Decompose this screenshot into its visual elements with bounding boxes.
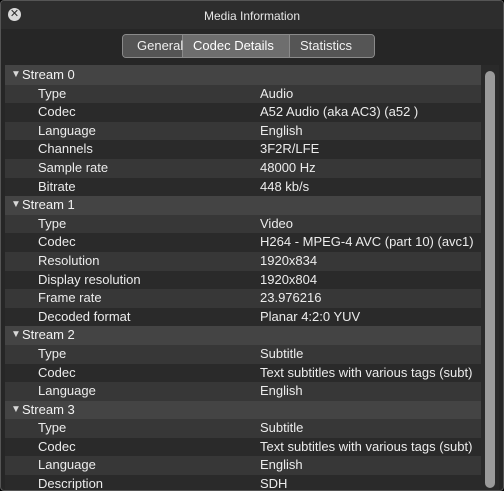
property-row[interactable]: Language English [5, 456, 481, 476]
property-value: Planar 4:2:0 YUV [260, 308, 361, 324]
property-key: Display resolution [38, 271, 141, 287]
disclosure-triangle-down-icon[interactable]: ▼ [11, 401, 21, 420]
property-value: Text subtitles with various tags (subt) [260, 364, 473, 380]
property-row[interactable]: Codec Text subtitles with various tags (s… [5, 437, 481, 457]
stream-label: Stream 1 [22, 197, 75, 213]
property-value: Video [260, 215, 294, 231]
property-key: Resolution [38, 252, 100, 268]
tab-statistics[interactable]: Statistics [290, 35, 374, 57]
property-key: Frame rate [38, 290, 102, 306]
property-value: 48000 Hz [260, 159, 316, 175]
property-key: Channels [38, 141, 93, 157]
stream-header[interactable]: ▼ Stream 0 [5, 66, 481, 85]
property-key: Type [38, 85, 67, 101]
disclosure-triangle-down-icon[interactable]: ▼ [11, 196, 21, 215]
property-key: Type [38, 420, 67, 436]
property-value: English [260, 122, 303, 138]
property-value: 23.976216 [260, 290, 322, 306]
property-key: Decoded format [38, 308, 131, 324]
property-value: 3F2R/LFE [260, 141, 320, 157]
property-value: Subtitle [260, 420, 304, 436]
property-value: English [260, 457, 303, 473]
property-value: H264 - MPEG-4 AVC (part 10) (avc1) [260, 234, 474, 250]
property-value: SDH [260, 476, 288, 491]
disclosure-triangle-down-icon[interactable]: ▼ [11, 326, 21, 345]
codec-details-list: ▼ Stream 0 Type Audio Codec A52 Audio (aka AC… [5, 65, 481, 491]
stream-label: Stream 0 [22, 67, 75, 82]
tab-bar: General Codec Details Statistics [122, 34, 375, 58]
property-row[interactable]: Channels 3F2R/LFE [5, 140, 481, 159]
property-value: Subtitle [260, 345, 304, 361]
vertical-scrollbar[interactable] [481, 65, 499, 490]
property-key: Sample rate [38, 159, 109, 175]
stream-header[interactable]: ▼ Stream 3 [5, 400, 481, 420]
scrollbar-thumb[interactable] [485, 71, 495, 488]
property-key: Codec [38, 364, 76, 380]
stream-header[interactable]: ▼ Stream 2 [5, 326, 481, 345]
property-row[interactable]: Codec A52 Audio (aka AC3) (a52 ) [5, 103, 481, 122]
property-row[interactable]: Display resolution 1920x804 [5, 270, 481, 290]
property-row[interactable]: Language English [5, 382, 481, 401]
property-row[interactable]: Type Audio [5, 84, 481, 104]
property-row[interactable]: Codec Text subtitles with various tags (s… [5, 363, 481, 383]
property-row[interactable]: Language English [5, 121, 481, 141]
property-key: Language [38, 383, 96, 399]
property-value: A52 Audio (aka AC3) (a52 ) [260, 104, 419, 120]
property-key: Type [38, 215, 67, 231]
tab-general[interactable]: General [123, 35, 183, 57]
property-key: Codec [38, 234, 76, 250]
property-key: Language [38, 457, 96, 473]
property-row[interactable]: Sample rate 48000 Hz [5, 158, 481, 178]
property-row[interactable]: Type Subtitle [5, 344, 481, 364]
property-value: 1920x804 [260, 271, 318, 287]
stream-header[interactable]: ▼ Stream 1 [5, 196, 481, 215]
stream-label: Stream 2 [22, 327, 75, 343]
tab-codec-details[interactable]: Codec Details [183, 35, 290, 57]
property-row[interactable]: Decoded format Planar 4:2:0 YUV [5, 307, 481, 327]
title-bar: ✕ Media Information [1, 1, 503, 29]
property-row[interactable]: Codec H264 - MPEG-4 AVC (part 10) (avc1) [5, 233, 481, 252]
property-row[interactable]: Bitrate 448 kb/s [5, 177, 481, 197]
property-key: Codec [38, 104, 76, 120]
property-row[interactable]: Type Video [5, 214, 481, 234]
property-key: Description [38, 476, 104, 491]
property-value: Text subtitles with various tags (subt) [260, 438, 473, 454]
disclosure-triangle-down-icon[interactable]: ▼ [11, 66, 21, 85]
property-key: Type [38, 345, 67, 361]
property-value: 1920x834 [260, 252, 318, 268]
property-value: Audio [260, 85, 294, 101]
property-row[interactable]: Type Subtitle [5, 419, 481, 438]
property-value: English [260, 383, 303, 399]
property-row[interactable]: Description SDH [5, 475, 481, 491]
stream-label: Stream 3 [22, 401, 75, 417]
property-key: Bitrate [38, 178, 76, 194]
window-title: Media Information [203, 9, 301, 23]
property-row[interactable]: Resolution 1920x834 [5, 251, 481, 271]
media-information-window: ✕ Media Information General Codec Detail… [0, 0, 504, 491]
property-row[interactable]: Frame rate 23.976216 [5, 289, 481, 308]
property-key: Codec [38, 438, 76, 454]
property-key: Language [38, 122, 96, 138]
property-value: 448 kb/s [260, 178, 310, 194]
